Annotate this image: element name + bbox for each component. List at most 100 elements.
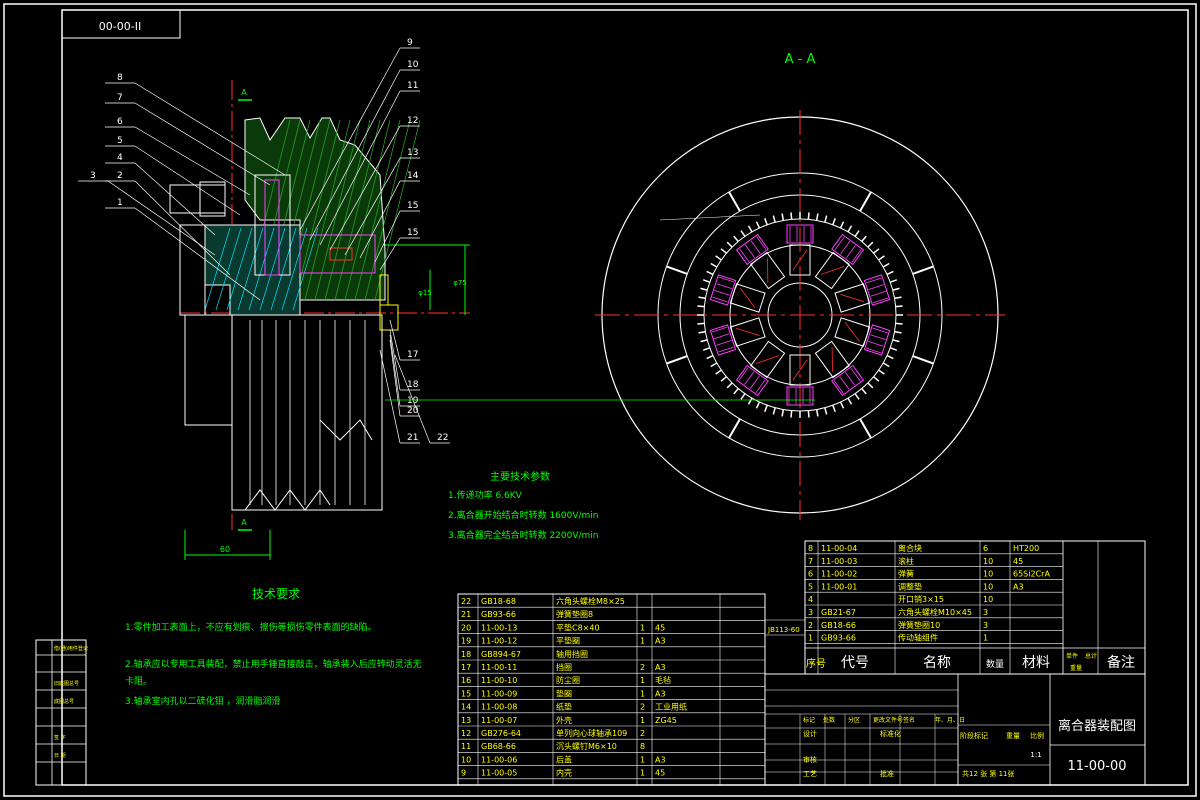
clutch-unit <box>735 340 786 397</box>
bom-lower-cell: 20 <box>461 623 471 632</box>
bom-lower-cell: 11-00-05 <box>481 769 517 778</box>
clutch-unit <box>834 317 891 356</box>
rib <box>728 418 741 439</box>
gear-tooth <box>726 241 733 248</box>
gear-tooth <box>815 409 819 417</box>
bom-lower-cell: 挡圈 <box>556 662 572 672</box>
tb-row-label: 标记 <box>803 716 815 724</box>
bom-lower-cell: 1 <box>640 676 645 685</box>
callout-8: 8 <box>117 73 123 83</box>
bom-lower-cell: 1 <box>640 755 645 764</box>
bom-lower-cell: 10 <box>461 755 471 764</box>
bom-lower-cell: 2 <box>640 729 645 738</box>
tech-item-1: 1.零件加工表面上，不应有划痕、擦伤等损伤零件表面的缺陷。 <box>125 621 377 633</box>
gear-tooth <box>697 322 705 325</box>
bom-lower-cell: GB18-68 <box>481 597 516 606</box>
roller-line <box>738 367 749 381</box>
bom-lower-cell: 沉头螺钉M6×10 <box>556 741 617 751</box>
gear-tooth <box>839 221 845 229</box>
rib <box>859 418 872 439</box>
bom-lower-cell: 45 <box>655 623 665 632</box>
bom-lower-cell: 18 <box>461 650 471 659</box>
tech-item-4: 3.轴承室内孔以二硫化钼 ，润滑脂润滑 <box>125 695 280 707</box>
roller-line <box>713 333 730 340</box>
gear-tooth <box>702 279 711 283</box>
bom-lower-cell: 1 <box>640 637 645 646</box>
bom-lower-cell: 垫圈 <box>556 688 572 698</box>
spring-line <box>767 258 769 283</box>
section-label: A - A <box>785 52 816 67</box>
bom-upper-cell: 5 <box>808 582 813 591</box>
gear-tooth <box>867 382 874 389</box>
bom-lower-cell: A3 <box>655 689 666 698</box>
bom-lower-cell: 14 <box>461 703 471 712</box>
bom-upper-cell: 65Si2CrA <box>1013 570 1050 579</box>
bom-upper-cell: 弹簧垫圈10 <box>898 620 940 630</box>
clutch-unit <box>709 274 766 313</box>
gear-tooth <box>807 212 810 220</box>
bom-lower-cell: A3 <box>655 637 666 646</box>
bom-lower-cell: 16 <box>461 676 471 685</box>
bolt-nut <box>199 181 226 217</box>
bom-lower-cell: 内壳 <box>556 768 572 778</box>
bom-upper-cell: 六角头螺栓M10×45 <box>898 607 972 617</box>
strip-label: 日 期 <box>54 753 66 759</box>
tb-label: 审核 <box>803 755 817 764</box>
tech-title: 技术要求 <box>252 587 300 601</box>
gear-tooth <box>886 354 894 360</box>
bom-upper-cell: 传动轴组件 <box>898 633 938 643</box>
bom-upper-cell: 10 <box>983 582 993 591</box>
gear-tooth <box>882 362 890 368</box>
gear-tooth <box>854 230 860 237</box>
gear-tooth <box>889 279 898 283</box>
gear-tooth <box>781 409 785 417</box>
bom-upper-cell: GB21-67 <box>821 608 856 617</box>
roller-line <box>714 289 730 296</box>
callout-leader <box>107 180 216 256</box>
leader <box>659 214 761 221</box>
strip-frame <box>35 639 87 786</box>
header-qty: 数量 <box>986 658 1004 670</box>
clutch-unit <box>709 317 766 356</box>
gear-tooth <box>892 339 900 343</box>
bom-upper-cell: 11-00-02 <box>821 570 857 579</box>
tb-row-label: 签名 <box>903 716 915 724</box>
groove-profile-2 <box>319 419 373 441</box>
gear-tooth <box>886 270 894 276</box>
header-seq: 序号 <box>806 657 826 670</box>
marker-a-top-label: A <box>241 88 247 97</box>
gear-tooth <box>861 235 867 242</box>
bom-upper-cell: 滚柱 <box>898 556 914 566</box>
gear-tooth <box>847 397 853 405</box>
bom-lower-cell: 平垫C8×40 <box>556 622 600 632</box>
bom-upper-cell: 10 <box>983 557 993 566</box>
gear-tooth <box>740 393 746 400</box>
washer <box>379 304 399 331</box>
gear-tooth <box>824 215 828 223</box>
rib <box>859 191 872 212</box>
bom-lower-cell: 六角头螺栓M8×25 <box>556 596 625 606</box>
bom-upper-cell: 1 <box>983 634 988 643</box>
strip-label: 签 字 <box>54 734 66 741</box>
callout-2: 2 <box>117 171 123 181</box>
spring-line <box>756 355 780 364</box>
section-view-aa <box>385 110 1005 520</box>
bom-upper-cell: 6 <box>983 544 988 553</box>
bom-lower-cell: 工业用纸 <box>655 702 687 712</box>
bom-upper-cell: 弹簧 <box>898 569 914 579</box>
spring-line <box>844 322 860 342</box>
pulley-lower <box>231 314 383 511</box>
dim-small: φ15 <box>418 289 432 297</box>
main-parameters: 主要技术参数 1.传递功率 6.6KV 2.离合器开始结合时转数 1600V/m… <box>448 470 599 541</box>
bom-lower-cell: 11-00-12 <box>481 637 517 646</box>
gear-tooth <box>894 296 902 300</box>
gear-tooth <box>892 287 900 291</box>
header-total-wt: 总计 <box>1085 652 1097 660</box>
roller-line <box>744 371 755 385</box>
callout-leader <box>134 145 241 216</box>
bom-lower-cell: 2 <box>640 703 645 712</box>
gear-tooth <box>832 217 836 226</box>
spring-line <box>820 266 844 275</box>
tb-drawing-no: 11-00-00 <box>1067 759 1126 774</box>
callout-10: 10 <box>407 60 419 70</box>
